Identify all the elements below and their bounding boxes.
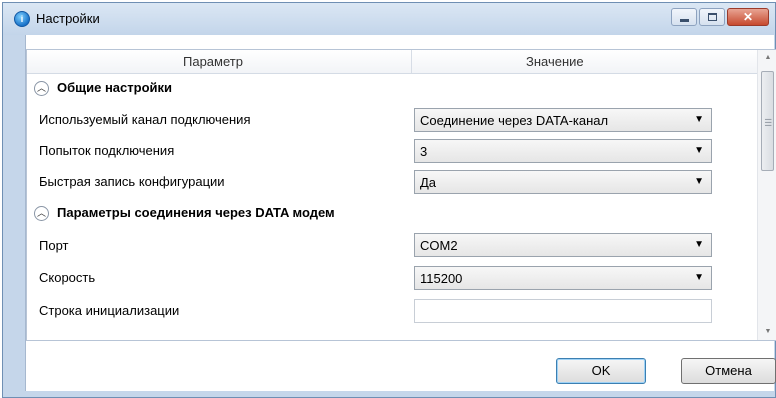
app-info-icon: i: [14, 11, 30, 27]
scroll-up-arrow-icon[interactable]: ▲: [758, 50, 776, 66]
close-icon: ✕: [742, 10, 754, 24]
cancel-button[interactable]: Отмена: [681, 358, 776, 384]
property-row: Используемый канал подключения Соединени…: [27, 104, 757, 135]
scrollbar-thumb[interactable]: ─ ─ ─: [761, 71, 774, 171]
minimize-icon: [680, 19, 689, 22]
dropdown-arrow-icon: ▼: [694, 176, 704, 187]
column-header-parameter[interactable]: Параметр: [183, 54, 243, 69]
select-value: 3: [420, 144, 428, 159]
property-label: Скорость: [39, 270, 96, 285]
property-label: Попыток подключения: [39, 143, 175, 158]
vertical-scrollbar[interactable]: ▲ ─ ─ ─ ▼: [757, 50, 776, 340]
title-bar[interactable]: i Настройки ✕: [3, 3, 775, 35]
section-header-general[interactable]: ︿ Общие настройки: [27, 73, 757, 104]
close-button[interactable]: ✕: [727, 8, 769, 26]
dropdown-arrow-icon: ▼: [694, 145, 704, 156]
dialog-client-area: Параметр Значение ︿ Общие настройки Испо…: [25, 35, 776, 391]
property-label: Быстрая запись конфигурации: [39, 174, 225, 189]
property-row: Попыток подключения 3 ▼: [27, 135, 757, 166]
dropdown-arrow-icon: ▼: [694, 272, 704, 283]
property-label: Используемый канал подключения: [39, 112, 251, 127]
ok-button[interactable]: OK: [556, 358, 646, 384]
property-row: Быстрая запись конфигурации Да ▼: [27, 166, 757, 197]
init-string-input[interactable]: [414, 299, 712, 323]
window-title: Настройки: [36, 11, 100, 26]
property-row: Порт COM2 ▼: [27, 229, 757, 260]
scroll-down-arrow-icon[interactable]: ▼: [758, 324, 776, 340]
fast-config-write-select[interactable]: Да ▼: [414, 170, 712, 194]
dropdown-arrow-icon: ▼: [694, 114, 704, 125]
connection-attempts-select[interactable]: 3 ▼: [414, 139, 712, 163]
dropdown-arrow-icon: ▼: [694, 239, 704, 250]
port-select[interactable]: COM2 ▼: [414, 233, 712, 257]
select-value: Соединение через DATA-канал: [420, 113, 609, 128]
collapse-chevron-up-icon[interactable]: ︿: [34, 81, 49, 96]
maximize-button[interactable]: [699, 8, 725, 26]
section-header-data-modem[interactable]: ︿ Параметры соединения через DATA модем: [27, 197, 757, 228]
property-row: Скорость 115200 ▼: [27, 262, 757, 293]
property-row: Строка инициализации: [27, 294, 757, 325]
grip-icon: ─ ─ ─: [765, 114, 772, 130]
collapse-chevron-up-icon[interactable]: ︿: [34, 206, 49, 221]
section-title: Общие настройки: [57, 80, 172, 95]
settings-property-grid: Параметр Значение ︿ Общие настройки Испо…: [26, 49, 776, 341]
baud-rate-select[interactable]: 115200 ▼: [414, 266, 712, 290]
select-value: Да: [420, 175, 437, 190]
window-controls: ✕: [669, 8, 769, 26]
grid-header: Параметр Значение: [27, 50, 757, 74]
property-label: Строка инициализации: [39, 303, 180, 318]
maximize-icon: [708, 13, 717, 21]
select-value: 115200: [420, 271, 463, 286]
settings-window: i Настройки ✕ Параметр Значение ︿ Общие …: [2, 2, 776, 398]
select-value: COM2: [420, 238, 458, 253]
property-label: Порт: [39, 238, 69, 253]
column-header-value[interactable]: Значение: [526, 54, 584, 69]
connection-channel-select[interactable]: Соединение через DATA-канал ▼: [414, 108, 712, 132]
section-title: Параметры соединения через DATA модем: [57, 205, 335, 220]
column-divider[interactable]: [411, 50, 412, 73]
minimize-button[interactable]: [671, 8, 697, 26]
